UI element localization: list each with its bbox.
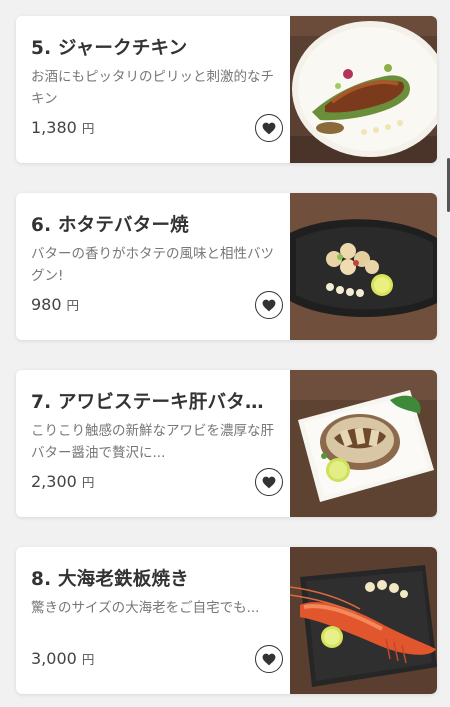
menu-item-card[interactable]: 6. ホタテバター焼 バターの香りがホタテの風味と相性バツグン! 980 円 (16, 193, 437, 340)
currency-unit: 円 (81, 121, 95, 136)
menu-item-title[interactable]: 7. アワビステーキ肝バタ… (31, 388, 286, 414)
menu-item-description: 驚きのサイズの大海老をご自宅でも... (31, 600, 260, 616)
heart-icon (262, 299, 276, 311)
menu-item-description: バターの香りがホタテの風味と相性バツグン! (31, 246, 274, 284)
heart-icon (262, 653, 276, 665)
favorite-button[interactable] (255, 291, 283, 319)
menu-item-price: 1,380 円 (31, 118, 94, 137)
menu-item-title[interactable]: 6. ホタテバター焼 (31, 211, 286, 237)
price-value: 3,000 (31, 649, 77, 668)
menu-item-card[interactable]: 7. アワビステーキ肝バタ… こりこり触感の新鮮なアワビを濃厚な肝バター醤油で贅… (16, 370, 437, 517)
menu-item-price: 980 円 (31, 295, 79, 314)
currency-unit: 円 (81, 652, 95, 667)
heart-icon (262, 122, 276, 134)
favorite-button[interactable] (255, 645, 283, 673)
menu-item-title[interactable]: 5. ジャークチキン (31, 34, 286, 60)
menu-item-text: 5. ジャークチキン お酒にもピッタリのピリッと刺激的なチキン 1,380 円 (31, 16, 286, 163)
favorite-button[interactable] (255, 114, 283, 142)
menu-item-card[interactable]: 8. 大海老鉄板焼き 驚きのサイズの大海老をご自宅でも... 3,000 円 (16, 547, 437, 694)
menu-item-title[interactable]: 8. 大海老鉄板焼き (31, 565, 286, 591)
price-value: 2,300 (31, 472, 77, 491)
menu-item-card[interactable]: 5. ジャークチキン お酒にもピッタリのピリッと刺激的なチキン 1,380 円 (16, 16, 437, 163)
heart-icon (262, 476, 276, 488)
favorite-button[interactable] (255, 468, 283, 496)
menu-item-description: お酒にもピッタリのピリッと刺激的なチキン (31, 69, 274, 107)
menu-item-text: 6. ホタテバター焼 バターの香りがホタテの風味と相性バツグン! 980 円 (31, 193, 286, 340)
jerk-chicken-photo[interactable] (290, 16, 437, 163)
currency-unit: 円 (66, 298, 80, 313)
price-value: 1,380 (31, 118, 77, 137)
menu-item-price: 3,000 円 (31, 649, 94, 668)
currency-unit: 円 (81, 475, 95, 490)
giant-prawn-photo[interactable] (290, 547, 437, 694)
menu-item-description: こりこり触感の新鮮なアワビを濃厚な肝バター醤油で贅沢に... (31, 423, 274, 461)
menu-item-text: 8. 大海老鉄板焼き 驚きのサイズの大海老をご自宅でも... 3,000 円 (31, 547, 286, 694)
abalone-steak-photo[interactable] (290, 370, 437, 517)
menu-item-price: 2,300 円 (31, 472, 94, 491)
menu-item-text: 7. アワビステーキ肝バタ… こりこり触感の新鮮なアワビを濃厚な肝バター醤油で贅… (31, 370, 286, 517)
scallop-butter-photo[interactable] (290, 193, 437, 340)
price-value: 980 (31, 295, 62, 314)
menu-list: 5. ジャークチキン お酒にもピッタリのピリッと刺激的なチキン 1,380 円 (0, 0, 450, 707)
